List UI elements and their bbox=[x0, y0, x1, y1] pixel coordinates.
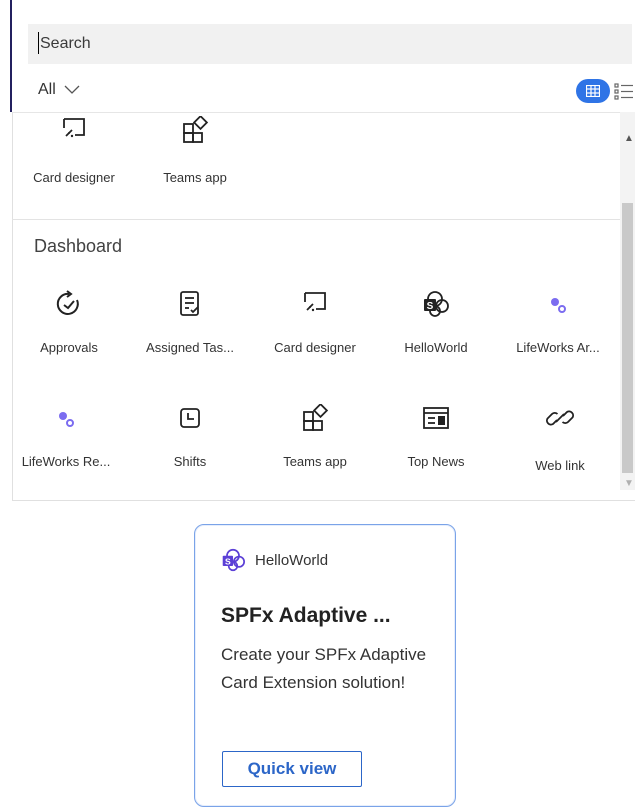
tile-label: HelloWorld bbox=[404, 340, 468, 355]
tile-approvals[interactable]: Approvals bbox=[8, 290, 130, 355]
teams-app-icon bbox=[303, 404, 329, 431]
tile-label: Teams app bbox=[283, 454, 347, 469]
web-link-icon bbox=[546, 410, 574, 426]
card-app-name: HelloWorld bbox=[255, 551, 329, 569]
svg-text:S: S bbox=[225, 556, 231, 566]
tile-teams-app-2[interactable]: Teams app bbox=[254, 404, 376, 469]
svg-text:S: S bbox=[427, 301, 434, 312]
tile-label: LifeWorks Ar... bbox=[516, 340, 600, 355]
tile-card-designer-2[interactable]: Card designer bbox=[254, 290, 376, 355]
approvals-icon bbox=[56, 290, 79, 315]
tile-label: Teams app bbox=[163, 170, 227, 185]
left-accent-bar bbox=[10, 0, 12, 112]
search-input[interactable] bbox=[38, 34, 632, 54]
grid-view-toggle[interactable] bbox=[576, 79, 610, 103]
card-designer-icon bbox=[304, 292, 326, 312]
filter-label: All bbox=[38, 81, 56, 98]
section-divider bbox=[12, 219, 620, 220]
tile-label: Web link bbox=[535, 458, 585, 473]
tile-label: Card designer bbox=[274, 340, 356, 355]
tile-lifeworks-re[interactable]: LifeWorks Re... bbox=[5, 404, 127, 469]
tile-lifeworks-ar[interactable]: LifeWorks Ar... bbox=[497, 290, 619, 355]
text-caret bbox=[38, 32, 39, 54]
tile-helloworld[interactable]: S HelloWorld bbox=[375, 290, 497, 355]
tile-web-link[interactable]: Web link bbox=[499, 404, 621, 473]
scroll-down-icon[interactable]: ▼ bbox=[624, 478, 634, 489]
lifeworks-icon bbox=[59, 412, 74, 427]
tile-label: Approvals bbox=[40, 340, 98, 355]
card-description: Create your SPFx Adaptive Card Extension… bbox=[221, 645, 427, 692]
top-news-icon bbox=[423, 407, 449, 429]
assigned-tasks-icon bbox=[180, 291, 199, 316]
tile-top-news[interactable]: Top News bbox=[375, 404, 497, 469]
scrollbar-thumb[interactable] bbox=[622, 203, 633, 473]
tile-teams-app[interactable]: Teams app bbox=[134, 116, 256, 185]
teams-app-icon bbox=[183, 116, 209, 143]
grid-view-icon bbox=[586, 85, 600, 97]
chevron-down-icon bbox=[64, 85, 80, 94]
quick-view-button[interactable]: Quick view bbox=[222, 751, 362, 787]
tile-card-designer[interactable]: Card designer bbox=[13, 116, 135, 185]
sharepoint-icon: S bbox=[424, 291, 449, 317]
card-title: SPFx Adaptive ... bbox=[221, 604, 391, 627]
sharepoint-icon: S bbox=[222, 548, 245, 572]
section-title: Dashboard bbox=[34, 236, 123, 256]
tile-label: Assigned Tas... bbox=[146, 340, 234, 355]
tile-label: Top News bbox=[407, 454, 465, 469]
tile-assigned-tasks[interactable]: Assigned Tas... bbox=[129, 290, 251, 355]
search-box[interactable] bbox=[28, 24, 632, 64]
list-view-icon[interactable] bbox=[614, 82, 634, 100]
tile-label: Card designer bbox=[33, 170, 115, 185]
lifeworks-icon bbox=[551, 298, 566, 313]
card-header: S HelloWorld bbox=[221, 548, 328, 572]
tile-label: LifeWorks Re... bbox=[21, 454, 111, 469]
filter-dropdown[interactable]: All bbox=[38, 78, 80, 102]
card-designer-icon bbox=[63, 118, 85, 138]
scroll-up-icon[interactable]: ▲ bbox=[624, 133, 634, 144]
tile-label: Shifts bbox=[173, 454, 207, 469]
card-preview[interactable]: S HelloWorld SPFx Adaptive ... Create yo… bbox=[194, 524, 456, 807]
shifts-icon bbox=[180, 408, 200, 428]
tile-shifts[interactable]: Shifts bbox=[129, 404, 251, 469]
